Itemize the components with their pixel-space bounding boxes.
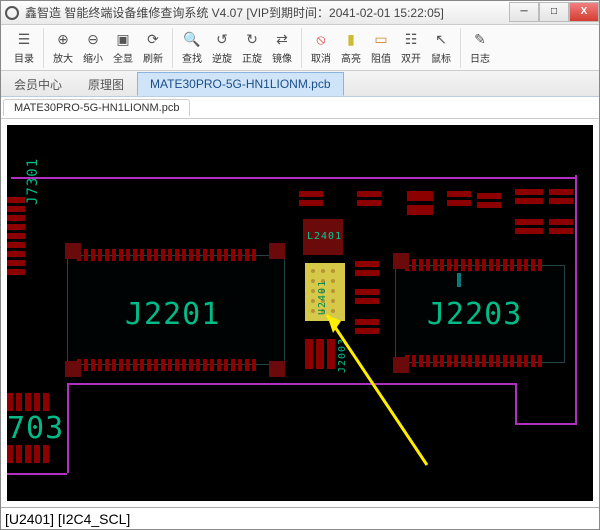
main-toolbar: ☰目录 ⊕放大 ⊖缩小 ▣全显 ⟳刷新 🔍查找 ↺逆旋 ↻正旋 ⇄镜像 ⦸取消 … <box>1 25 599 71</box>
search-icon: 🔍 <box>183 31 201 49</box>
pads-cap-3 <box>355 319 379 334</box>
j7301-pads <box>7 197 25 275</box>
cancel-button[interactable]: ⦸取消 <box>306 28 336 68</box>
zoom-in-icon: ⊕ <box>54 31 72 49</box>
pads-vert-8 <box>515 219 543 234</box>
pads-cap-2 <box>355 289 379 304</box>
j2203-corner <box>393 357 409 373</box>
cursor-icon: ↖ <box>432 31 450 49</box>
document-tabs: MATE30PRO-5G-HN1LIONM.pcb <box>1 97 599 119</box>
rotate-cw-icon: ↻ <box>243 31 261 49</box>
j2201-pads-top <box>77 249 256 261</box>
find-button[interactable]: 🔍查找 <box>177 28 207 68</box>
status-bar: [U2401] [I2C4_SCL] <box>1 507 599 529</box>
status-text: [U2401] [I2C4_SCL] <box>5 511 130 527</box>
pcb-canvas[interactable]: J7301 J2201 J2203 <box>7 125 593 501</box>
board-outline <box>67 383 517 385</box>
minimize-button[interactable]: ─ <box>509 2 539 22</box>
j2203-pads-top <box>405 259 542 271</box>
ref-j2203: J2203 <box>427 297 522 332</box>
ref-j2003: J2003 <box>337 338 348 373</box>
mirror-button[interactable]: ⇄镜像 <box>267 28 297 68</box>
log-icon: ✎ <box>471 31 489 49</box>
log-button[interactable]: ✎日志 <box>465 28 495 68</box>
mirror-icon: ⇄ <box>273 31 291 49</box>
resist-icon: ▭ <box>372 31 390 49</box>
rotate-ccw-icon: ↺ <box>213 31 231 49</box>
board-outline <box>67 383 69 473</box>
j2201-corner <box>269 243 285 259</box>
fit-icon: ▣ <box>114 31 132 49</box>
ref-u2401: U2401 <box>317 280 328 315</box>
pads-cap-1 <box>355 261 379 276</box>
j2201-corner <box>269 361 285 377</box>
canvas-container: J7301 J2201 J2203 <box>1 119 599 507</box>
app-icon <box>5 6 19 20</box>
rotate-cw-button[interactable]: ↻正旋 <box>237 28 267 68</box>
close-button[interactable]: X <box>569 2 599 22</box>
j2203-pads-bot <box>405 355 542 367</box>
pads-vert-3 <box>407 191 433 215</box>
list-icon: ☰ <box>15 31 33 49</box>
tab-pcb[interactable]: MATE30PRO-5G-HN1LIONM.pcb <box>137 72 344 96</box>
document-tab[interactable]: MATE30PRO-5G-HN1LIONM.pcb <box>3 99 190 116</box>
ref-j7301: J7301 <box>25 158 41 205</box>
board-outline <box>7 473 67 475</box>
j2201-pads-bot <box>77 359 256 371</box>
rotate-ccw-button[interactable]: ↺逆旋 <box>207 28 237 68</box>
app-window: 鑫智造 智能终端设备维修查询系统 V4.07 [VIP到期时间：2041-02-… <box>0 0 600 530</box>
pads-vert-5 <box>477 193 501 208</box>
zoom-out-icon: ⊖ <box>84 31 102 49</box>
board-outline <box>515 383 517 425</box>
j2201-corner <box>65 361 81 377</box>
pads-vert-7 <box>549 189 573 204</box>
ref-j2201: J2201 <box>125 297 220 332</box>
highlight-icon: ▮ <box>342 31 360 49</box>
zoom-out-button[interactable]: ⊖缩小 <box>78 28 108 68</box>
board-outline <box>517 423 577 425</box>
tab-schematic[interactable]: 原理图 <box>75 72 137 96</box>
main-tabs: 会员中心 原理图 MATE30PRO-5G-HN1LIONM.pcb <box>1 71 599 97</box>
tab-member[interactable]: 会员中心 <box>1 72 75 96</box>
pads-703-top <box>7 393 49 411</box>
board-outline <box>575 175 577 425</box>
pads-vert-9 <box>549 219 573 234</box>
cursor-button[interactable]: ↖鼠标 <box>426 28 456 68</box>
fit-button[interactable]: ▣全显 <box>108 28 138 68</box>
refresh-button[interactable]: ⟳刷新 <box>138 28 168 68</box>
comp-j2003 <box>305 339 335 369</box>
pads-703-bot <box>7 445 49 463</box>
zoom-in-button[interactable]: ⊕放大 <box>48 28 78 68</box>
titlebar: 鑫智造 智能终端设备维修查询系统 V4.07 [VIP到期时间：2041-02-… <box>1 1 599 25</box>
dual-button[interactable]: ☷双开 <box>396 28 426 68</box>
maximize-button[interactable]: □ <box>539 2 569 22</box>
pads-vert-2 <box>357 191 381 206</box>
window-buttons: ─ □ X <box>509 4 599 22</box>
pads-vert-1 <box>299 191 323 206</box>
pads-vert-4 <box>447 191 471 206</box>
j2201-corner <box>65 243 81 259</box>
pads-vert-6 <box>515 189 543 204</box>
ref-703: 703 <box>7 411 64 446</box>
j2203-mark <box>457 273 461 287</box>
catalog-button[interactable]: ☰目录 <box>9 28 39 68</box>
resist-button[interactable]: ▭阻值 <box>366 28 396 68</box>
window-title: 鑫智造 智能终端设备维修查询系统 V4.07 [VIP到期时间：2041-02-… <box>25 4 509 21</box>
ref-l2401: L2401 <box>307 231 342 242</box>
cancel-icon: ⦸ <box>312 31 330 49</box>
refresh-icon: ⟳ <box>144 31 162 49</box>
board-outline <box>11 175 575 179</box>
dual-icon: ☷ <box>402 31 420 49</box>
highlight-button[interactable]: ▮高亮 <box>336 28 366 68</box>
j2203-corner <box>393 253 409 269</box>
